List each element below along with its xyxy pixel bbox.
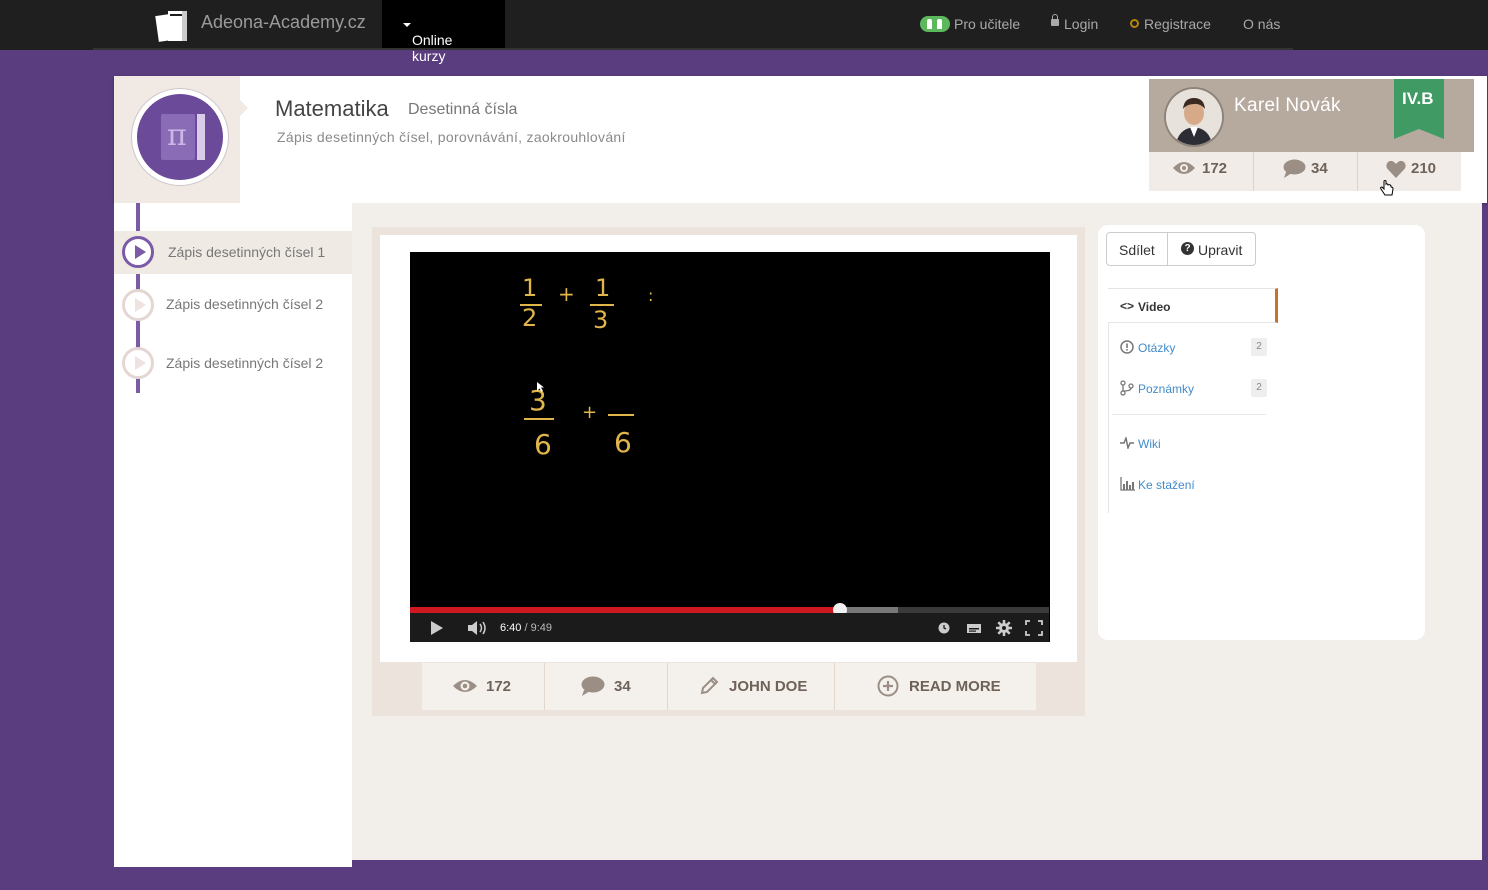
- plus-circle-icon[interactable]: [877, 675, 899, 697]
- avatar[interactable]: [1166, 89, 1222, 145]
- code-icon: <>: [1120, 299, 1135, 313]
- profile-comments-count: 34: [1311, 160, 1328, 177]
- pulse-icon: [1120, 437, 1134, 449]
- branch-icon: [1120, 380, 1134, 396]
- hand-cursor-icon: [1380, 180, 1394, 196]
- otazky-count-badge: 2: [1251, 338, 1267, 356]
- class-badge-label: IV.B: [1402, 89, 1434, 108]
- nav-online-kurzy-label: Online kurzy: [412, 32, 453, 64]
- caret-down-icon: [403, 23, 411, 28]
- tab-video-label: Video: [1138, 300, 1171, 314]
- board-text: +: [582, 402, 598, 423]
- teacher-name[interactable]: Karel Novák: [1234, 95, 1341, 117]
- video-duration: / 9:49: [524, 622, 553, 634]
- class-badge: IV.B: [1394, 79, 1444, 139]
- course-description: Zápis desetinných čísel, porovnávání, za…: [277, 129, 626, 145]
- tab-wiki[interactable]: Wiki: [1138, 437, 1161, 451]
- watch-later-icon[interactable]: [938, 622, 950, 634]
- video-comments-count: 34: [614, 678, 631, 695]
- brand-name[interactable]: Adeona-Academy.cz: [201, 12, 366, 33]
- person-icon: [1166, 89, 1222, 145]
- video-time: 6:40 / 9:49: [500, 622, 552, 634]
- share-button[interactable]: Sdílet: [1119, 242, 1155, 258]
- play-circle-icon[interactable]: [122, 236, 154, 268]
- board-text: 2: [522, 304, 538, 332]
- fullscreen-icon[interactable]: [1025, 620, 1043, 636]
- nav-registrace[interactable]: Registrace: [1144, 16, 1211, 32]
- lesson-item-2[interactable]: Zápis desetinných čísel 2: [166, 296, 323, 312]
- bar-chart-icon: [1120, 477, 1135, 491]
- volume-icon[interactable]: [468, 621, 488, 635]
- nav-online-kurzy[interactable]: Online kurzy: [382, 0, 505, 64]
- board-text: :: [648, 286, 654, 305]
- video-views-count: 172: [486, 678, 512, 695]
- lesson-item-1[interactable]: Zápis desetinných čísel 1: [168, 244, 325, 260]
- read-more-link[interactable]: READ MORE: [909, 678, 1001, 695]
- eye-icon: [453, 680, 477, 692]
- nav-o-nas[interactable]: O nás: [1243, 16, 1280, 32]
- comment-icon: [1283, 159, 1306, 178]
- question-circle-icon: ?: [1181, 242, 1194, 255]
- heart-icon[interactable]: [1386, 160, 1406, 178]
- play-circle-icon[interactable]: [122, 289, 154, 321]
- edit-button[interactable]: Upravit: [1198, 242, 1242, 258]
- tab-otazky[interactable]: Otázky: [1138, 341, 1175, 355]
- register-icon: [1130, 19, 1139, 28]
- play-circle-icon[interactable]: [122, 347, 154, 379]
- captions-icon[interactable]: [966, 622, 982, 634]
- navbar-divider: [93, 48, 1293, 50]
- profile-likes-count: 210: [1411, 160, 1437, 177]
- course-subtitle: Desetinná čísla: [408, 101, 518, 118]
- play-icon[interactable]: [430, 621, 444, 635]
- tab-ke-stazeni[interactable]: Ke stažení: [1138, 478, 1195, 492]
- teachers-icon: [920, 16, 950, 32]
- board-text: 6: [534, 428, 552, 461]
- nav-pro-ucitele[interactable]: Pro učitele: [954, 16, 1020, 32]
- board-text: 1: [522, 274, 538, 302]
- eye-icon: [1173, 162, 1195, 174]
- pi-icon: π: [167, 118, 187, 153]
- gear-icon[interactable]: [996, 620, 1012, 636]
- lock-icon: [1051, 14, 1059, 26]
- poznamky-count-badge: 2: [1251, 379, 1267, 397]
- exclamation-circle-icon: [1120, 340, 1134, 354]
- board-text: 3: [593, 306, 609, 334]
- tab-poznamky[interactable]: Poznámky: [1138, 382, 1194, 396]
- board-text: 1: [595, 274, 611, 302]
- video-player[interactable]: [410, 252, 1050, 642]
- nav-login[interactable]: Login: [1064, 16, 1098, 32]
- course-title: Matematika: [275, 96, 389, 121]
- profile-views-count: 172: [1202, 160, 1228, 177]
- course-avatar: π: [132, 89, 228, 185]
- books-logo-icon[interactable]: [154, 5, 192, 43]
- board-text: +: [558, 282, 575, 306]
- pointer-cursor-icon: [537, 382, 544, 392]
- video-current-time: 6:40: [500, 622, 522, 634]
- lesson-item-3[interactable]: Zápis desetinných čísel 2: [166, 355, 323, 371]
- pencil-icon: [700, 676, 719, 695]
- video-author[interactable]: JOHN DOE: [729, 678, 807, 695]
- logo-panel-arrow: [240, 100, 248, 116]
- board-text: 6: [614, 426, 632, 459]
- comment-icon: [581, 676, 605, 696]
